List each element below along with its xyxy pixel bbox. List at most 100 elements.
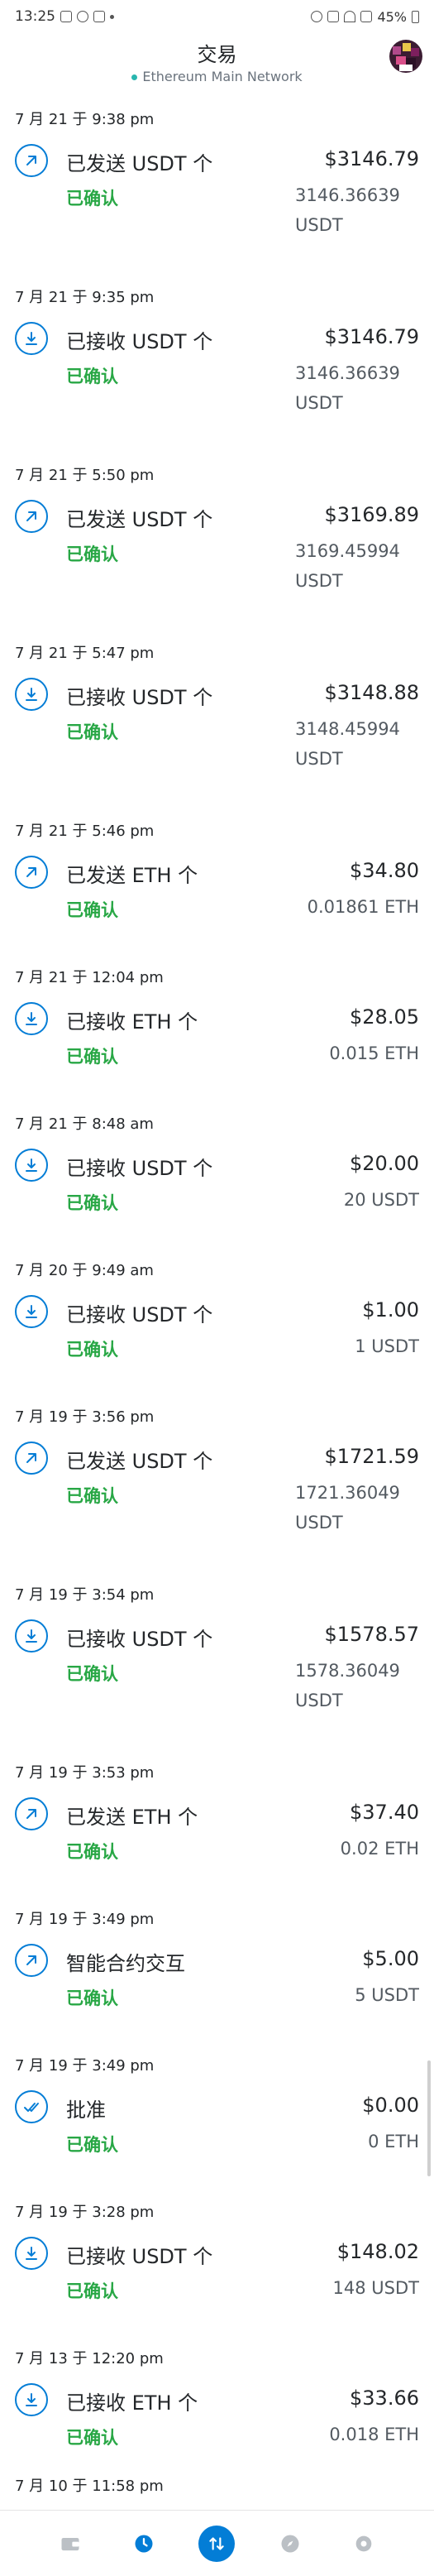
transaction-token-amount: 3148.45994 USDT	[295, 719, 400, 769]
transaction-fiat-value: $28.05	[350, 1005, 419, 1029]
transaction-item[interactable]: 7 月 19 于 3:54 pm 已接收 USDT 个 已确认 $1578.57…	[0, 1568, 434, 1746]
transaction-fiat-value: $1578.57	[324, 1623, 419, 1646]
download-arrow-icon	[15, 322, 48, 355]
transaction-item[interactable]: 7 月 19 于 3:53 pm 已发送 ETH 个 已确认 $37.40 0.…	[0, 1746, 434, 1892]
transaction-fiat-value: $5.00	[362, 1947, 419, 1970]
transaction-title: 已接收 USDT 个	[66, 2245, 213, 2268]
transaction-status: 已确认	[66, 367, 118, 386]
transaction-date: 7 月 13 于 12:20 pm	[15, 2350, 164, 2367]
transaction-title: 批准	[66, 2099, 106, 2122]
transaction-token-amount: 0.015 ETH	[329, 1043, 419, 1063]
transaction-title: 已接收 USDT 个	[66, 1157, 213, 1180]
transaction-token-amount: 5 USDT	[355, 1985, 419, 2005]
arrow-up-right-icon	[15, 1944, 48, 1977]
gallery-icon	[60, 11, 72, 22]
network-name: Ethereum Main Network	[142, 69, 303, 84]
transaction-item[interactable]: 7 月 19 于 3:49 pm 批准 已确认 $0.00 0 ETH	[0, 2039, 434, 2185]
gear-icon	[355, 2535, 372, 2551]
transaction-date: 7 月 19 于 3:49 pm	[15, 2057, 155, 2075]
transaction-title: 已接收 ETH 个	[66, 1010, 198, 1034]
transaction-fiat-value: $3146.79	[324, 325, 419, 348]
transaction-status: 已确认	[66, 544, 118, 564]
download-arrow-icon	[15, 1002, 48, 1035]
transaction-item[interactable]: 7 月 21 于 5:47 pm 已接收 USDT 个 已确认 $3148.88…	[0, 626, 434, 804]
transaction-token-amount: 3169.45994 USDT	[295, 541, 400, 591]
transaction-title: 已接收 USDT 个	[66, 1303, 213, 1326]
transaction-date: 7 月 10 于 11:58 pm	[15, 2478, 164, 2495]
more-notifications-icon	[110, 14, 114, 19]
transaction-date: 7 月 21 于 12:04 pm	[15, 969, 164, 986]
transaction-status: 已确认	[66, 722, 118, 742]
page-header: 交易 Ethereum Main Network	[0, 33, 434, 84]
transaction-token-amount: 1578.36049 USDT	[295, 1661, 400, 1710]
transaction-token-amount: 0.018 ETH	[329, 2425, 419, 2444]
arrow-up-right-icon	[15, 1442, 48, 1475]
nav-activity[interactable]	[125, 2525, 163, 2563]
transaction-item[interactable]: 7 月 20 于 9:49 am 已接收 USDT 个 已确认 $1.00 1 …	[0, 1244, 434, 1390]
transaction-date: 7 月 21 于 5:50 pm	[15, 467, 155, 484]
transaction-title: 已发送 USDT 个	[66, 508, 213, 531]
transaction-status: 已确认	[66, 1486, 118, 1506]
transaction-date: 7 月 21 于 9:35 pm	[15, 289, 155, 306]
transaction-date: 7 月 21 于 5:47 pm	[15, 645, 155, 662]
transaction-item[interactable]: 7 月 21 于 9:35 pm 已接收 USDT 个 已确认 $3146.79…	[0, 271, 434, 449]
arrow-up-right-icon	[15, 856, 48, 889]
network-indicator[interactable]: Ethereum Main Network	[0, 69, 434, 84]
transaction-item[interactable]: 7 月 19 于 3:49 pm 智能合约交互 已确认 $5.00 5 USDT	[0, 1892, 434, 2039]
scrollbar[interactable]	[427, 2060, 431, 2176]
transaction-fiat-value: $33.66	[350, 2387, 419, 2410]
mute-icon	[327, 11, 340, 22]
transaction-item[interactable]: 7 月 21 于 8:48 am 已接收 USDT 个 已确认 $20.00 2…	[0, 1097, 434, 1244]
transaction-title: 已接收 USDT 个	[66, 1628, 213, 1651]
transaction-token-amount: 0.01861 ETH	[307, 897, 419, 917]
transaction-date: 7 月 21 于 5:46 pm	[15, 823, 155, 840]
arrow-up-right-icon	[15, 1797, 48, 1830]
transaction-item[interactable]: 7 月 21 于 5:50 pm 已发送 USDT 个 已确认 $3169.89…	[0, 449, 434, 626]
arrow-up-right-icon	[15, 144, 48, 177]
signal-icon	[360, 11, 373, 22]
download-arrow-icon	[15, 1295, 48, 1328]
transaction-item[interactable]: 7 月 19 于 3:56 pm 已发送 USDT 个 已确认 $1721.59…	[0, 1390, 434, 1568]
download-arrow-icon	[15, 678, 48, 711]
transaction-date: 7 月 19 于 3:54 pm	[15, 1586, 155, 1604]
transaction-status: 已确认	[66, 1988, 118, 2008]
transaction-token-amount: 3146.36639 USDT	[295, 363, 400, 413]
nav-wallet[interactable]	[51, 2525, 89, 2563]
download-arrow-icon	[15, 1619, 48, 1653]
transaction-date: 7 月 20 于 9:49 am	[15, 1262, 154, 1279]
page-title: 交易	[197, 43, 237, 66]
transaction-date: 7 月 19 于 3:28 pm	[15, 2204, 155, 2221]
nav-swap[interactable]	[198, 2525, 236, 2562]
swap-icon	[209, 2536, 225, 2550]
transaction-item[interactable]: 7 月 19 于 3:28 pm 已接收 USDT 个 已确认 $148.02 …	[0, 2185, 434, 2332]
transaction-title: 智能合约交互	[66, 1952, 185, 1975]
transaction-date: 7 月 19 于 3:53 pm	[15, 1764, 155, 1782]
status-bar: 13:25 45%	[0, 0, 434, 33]
transaction-fiat-value: $0.00	[362, 2094, 419, 2117]
network-status-dot	[131, 74, 138, 80]
transaction-item[interactable]: 7 月 21 于 12:04 pm 已接收 ETH 个 已确认 $28.05 0…	[0, 951, 434, 1097]
battery-icon	[412, 10, 419, 23]
transaction-title: 已发送 USDT 个	[66, 1450, 213, 1473]
chat-icon	[77, 11, 88, 22]
transaction-item[interactable]: 7 月 13 于 12:20 pm 已接收 ETH 个 已确认 $33.66 0…	[0, 2332, 434, 2478]
transaction-status: 已确认	[66, 1193, 118, 1213]
transaction-fiat-value: $3169.89	[324, 503, 419, 526]
account-avatar[interactable]	[389, 40, 422, 73]
transaction-fiat-value: $1721.59	[324, 1445, 419, 1468]
transaction-fiat-value: $148.02	[336, 2240, 419, 2263]
calendar-icon	[93, 11, 105, 22]
transaction-list: 7 月 21 于 9:38 pm 已发送 USDT 个 已确认 $3146.79…	[0, 93, 434, 2478]
clock-icon	[135, 2535, 153, 2552]
nav-settings[interactable]	[345, 2525, 383, 2563]
transaction-title: 已发送 ETH 个	[66, 1806, 198, 1829]
download-arrow-icon	[15, 2383, 48, 2416]
transaction-title: 已发送 ETH 个	[66, 864, 198, 887]
transaction-fiat-value: $20.00	[350, 1152, 419, 1175]
transaction-status: 已确认	[66, 189, 118, 209]
nav-browser[interactable]	[271, 2525, 309, 2563]
transaction-item[interactable]: 7 月 21 于 9:38 pm 已发送 USDT 个 已确认 $3146.79…	[0, 93, 434, 271]
battery-level: 45%	[377, 8, 407, 25]
transaction-token-amount: 0.02 ETH	[340, 1839, 419, 1859]
transaction-item[interactable]: 7 月 21 于 5:46 pm 已发送 ETH 个 已确认 $34.80 0.…	[0, 804, 434, 951]
